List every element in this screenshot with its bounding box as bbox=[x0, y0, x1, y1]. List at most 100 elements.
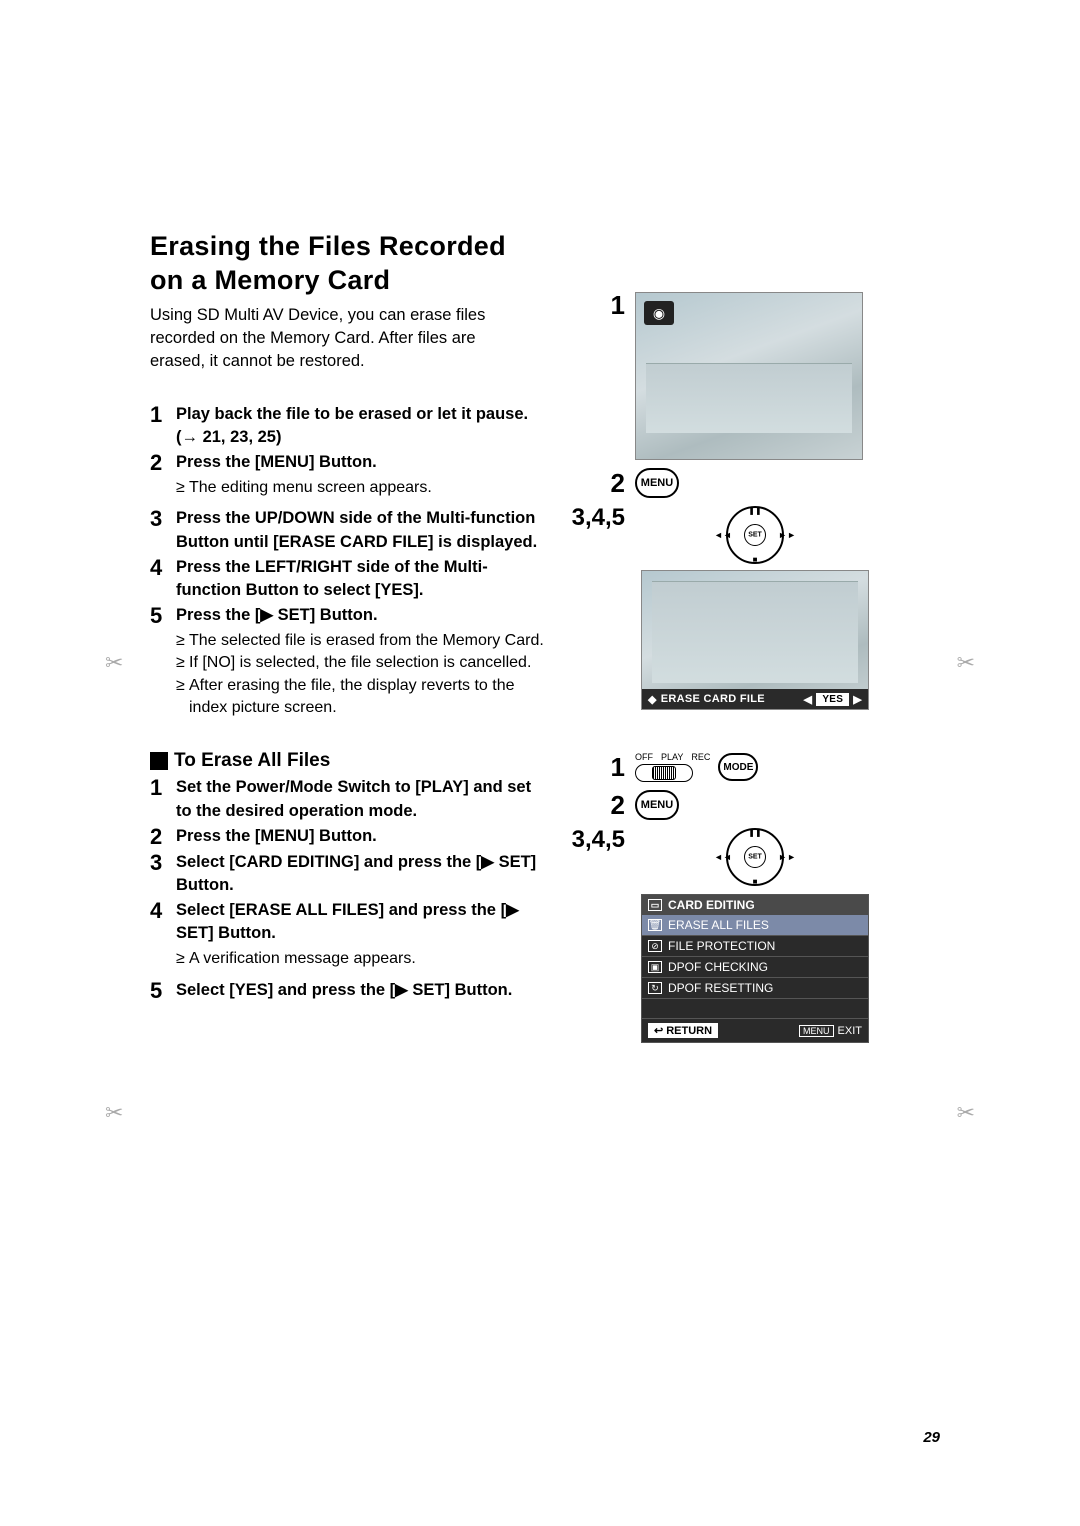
page-layout: Erasing the Files Recorded on a Memory C… bbox=[150, 230, 960, 1051]
step-number: 1 bbox=[150, 403, 176, 449]
step-item: 4 Select [ERASE ALL FILES] and press the… bbox=[150, 899, 545, 977]
figure-row: 2 MENU bbox=[565, 468, 875, 498]
menu-item-erase-all: ERASE ALL FILES bbox=[642, 915, 868, 936]
stop-icon: ■ bbox=[753, 555, 758, 564]
step-text: Select [ERASE ALL FILES] and press the [… bbox=[176, 899, 545, 945]
step-number: 2 bbox=[150, 825, 176, 849]
step-note: If [NO] is selected, the file selection … bbox=[176, 652, 545, 674]
mode-button-icon: MODE bbox=[718, 753, 758, 781]
bar-label: ERASE CARD FILE bbox=[661, 693, 765, 705]
step-number: 3 bbox=[150, 851, 176, 897]
crop-mark-icon: ✂ bbox=[105, 650, 123, 676]
crop-mark-icon: ✂ bbox=[957, 1100, 975, 1126]
step-text: Press the [MENU] Button. bbox=[176, 451, 432, 474]
step-text: Select [CARD EDITING] and press the [▶ S… bbox=[176, 851, 545, 897]
figure-row: 1 OFF PLAY REC MODE bbox=[565, 752, 875, 782]
step-note: After erasing the file, the display reve… bbox=[176, 675, 545, 720]
text-column: Erasing the Files Recorded on a Memory C… bbox=[150, 230, 545, 1051]
step-note: The editing menu screen appears. bbox=[176, 477, 432, 499]
crop-mark-icon: ✂ bbox=[105, 1100, 123, 1126]
step-number: 5 bbox=[150, 604, 176, 726]
mode-switch-diagram: OFF PLAY REC MODE bbox=[635, 752, 875, 782]
figure-step-ref: 2 bbox=[565, 470, 625, 496]
figure-row: 1 ◉ bbox=[565, 292, 875, 460]
menu-footer: ↩RETURN MENU EXIT bbox=[642, 1019, 868, 1042]
exit-label: EXIT bbox=[838, 1025, 862, 1037]
reset-icon bbox=[648, 982, 662, 994]
menu-item-dpof-checking: DPOF CHECKING bbox=[642, 957, 868, 978]
figure-row: 3,4,5 ◄◄ ►► ❚❚ ■ ◆ ERASE CARD FILE bbox=[565, 506, 875, 710]
return-arrow-icon: ↩ bbox=[654, 1024, 663, 1037]
figure-step-ref: 3,4,5 bbox=[565, 506, 625, 530]
yes-option: YES bbox=[816, 693, 849, 706]
menu-button-icon: MENU bbox=[635, 790, 679, 820]
step-text: Press the [▶ SET] Button. bbox=[176, 604, 545, 627]
step-text: Press the LEFT/RIGHT side of the Multi-f… bbox=[176, 556, 545, 602]
card-editing-menu: CARD EDITING ERASE ALL FILES FILE PROTEC… bbox=[641, 894, 869, 1043]
arrow-left-icon: ◄◄ bbox=[714, 852, 732, 862]
intro-paragraph: Using SD Multi AV Device, you can erase … bbox=[150, 304, 520, 373]
menu-chip: MENU bbox=[799, 1025, 834, 1037]
menu-title: CARD EDITING bbox=[642, 895, 868, 915]
step-item: 1 Play back the file to be erased or let… bbox=[150, 403, 545, 449]
lock-icon bbox=[648, 940, 662, 952]
step-item: 2 Press the [MENU] Button. The editing m… bbox=[150, 451, 545, 505]
figure-step-ref: 1 bbox=[565, 292, 625, 318]
mode-labels: OFF PLAY REC bbox=[635, 752, 710, 762]
pause-icon: ❚❚ bbox=[748, 828, 761, 837]
menu-item-file-protection: FILE PROTECTION bbox=[642, 936, 868, 957]
step-note: A verification message appears. bbox=[176, 948, 545, 970]
figure-step-ref: 3,4,5 bbox=[565, 828, 625, 852]
step-number: 1 bbox=[150, 776, 176, 822]
pause-icon: ❚❚ bbox=[748, 506, 761, 515]
lcd-preview-with-bar: ◆ ERASE CARD FILE ◀ YES ▶ bbox=[641, 570, 869, 710]
arrow-left-icon: ◄◄ bbox=[714, 530, 732, 540]
landscape-placeholder bbox=[652, 581, 858, 683]
step-item: 3 Select [CARD EDITING] and press the [▶… bbox=[150, 851, 545, 897]
step-number: 4 bbox=[150, 899, 176, 977]
joystick-icon: ◄◄ ►► ❚❚ ■ bbox=[726, 828, 784, 886]
step-text: Select [YES] and press the [▶ SET] Butto… bbox=[176, 979, 512, 1002]
subheading-text: To Erase All Files bbox=[174, 750, 330, 772]
step-number: 2 bbox=[150, 451, 176, 505]
figure-column: 1 ◉ 2 MENU 3,4,5 ◄◄ ►► ❚❚ ■ bbox=[565, 230, 875, 1051]
step-number: 4 bbox=[150, 556, 176, 602]
step-text: Play back the file to be erased or let i… bbox=[176, 403, 545, 449]
triangle-right-icon: ▶ bbox=[853, 693, 862, 706]
camera-icon: ◉ bbox=[644, 301, 674, 325]
figure-step-ref: 1 bbox=[565, 754, 625, 780]
updown-icon: ◆ bbox=[648, 693, 657, 706]
step-text: Press the [MENU] Button. bbox=[176, 825, 377, 848]
doc-icon bbox=[648, 961, 662, 973]
arrow-right-icon: ►► bbox=[778, 852, 796, 862]
erase-confirm-bar: ◆ ERASE CARD FILE ◀ YES ▶ bbox=[642, 689, 868, 709]
step-item: 5 Select [YES] and press the [▶ SET] But… bbox=[150, 979, 545, 1003]
square-marker-icon bbox=[150, 752, 168, 770]
step-item: 1 Set the Power/Mode Switch to [PLAY] an… bbox=[150, 776, 545, 822]
menu-item-dpof-resetting: DPOF RESETTING bbox=[642, 978, 868, 999]
step-number: 3 bbox=[150, 507, 176, 553]
step-item: 2 Press the [MENU] Button. bbox=[150, 825, 545, 849]
return-button: ↩RETURN bbox=[648, 1023, 718, 1038]
step-item: 4 Press the LEFT/RIGHT side of the Multi… bbox=[150, 556, 545, 602]
joystick-icon: ◄◄ ►► ❚❚ ■ bbox=[726, 506, 784, 564]
card-icon bbox=[648, 899, 662, 911]
step-note: The selected file is erased from the Mem… bbox=[176, 630, 545, 652]
triangle-left-icon: ◀ bbox=[804, 693, 813, 706]
power-switch-icon bbox=[635, 764, 693, 782]
step-item: 3 Press the UP/DOWN side of the Multi-fu… bbox=[150, 507, 545, 553]
stop-icon: ■ bbox=[753, 877, 758, 886]
step-text: Press the UP/DOWN side of the Multi-func… bbox=[176, 507, 545, 553]
page-number: 29 bbox=[923, 1429, 940, 1446]
crop-mark-icon: ✂ bbox=[957, 650, 975, 676]
menu-button-icon: MENU bbox=[635, 468, 679, 498]
step-item: 5 Press the [▶ SET] Button. The selected… bbox=[150, 604, 545, 726]
steps-list-a: 1 Play back the file to be erased or let… bbox=[150, 403, 545, 726]
landscape-placeholder bbox=[646, 363, 852, 433]
lcd-preview: ◉ bbox=[635, 292, 863, 460]
steps-list-b: 1 Set the Power/Mode Switch to [PLAY] an… bbox=[150, 776, 545, 1002]
subheading: To Erase All Files bbox=[150, 750, 545, 772]
figure-row: 2 MENU bbox=[565, 790, 875, 820]
arrow-right-icon: ►► bbox=[778, 530, 796, 540]
step-text: Set the Power/Mode Switch to [PLAY] and … bbox=[176, 776, 545, 822]
